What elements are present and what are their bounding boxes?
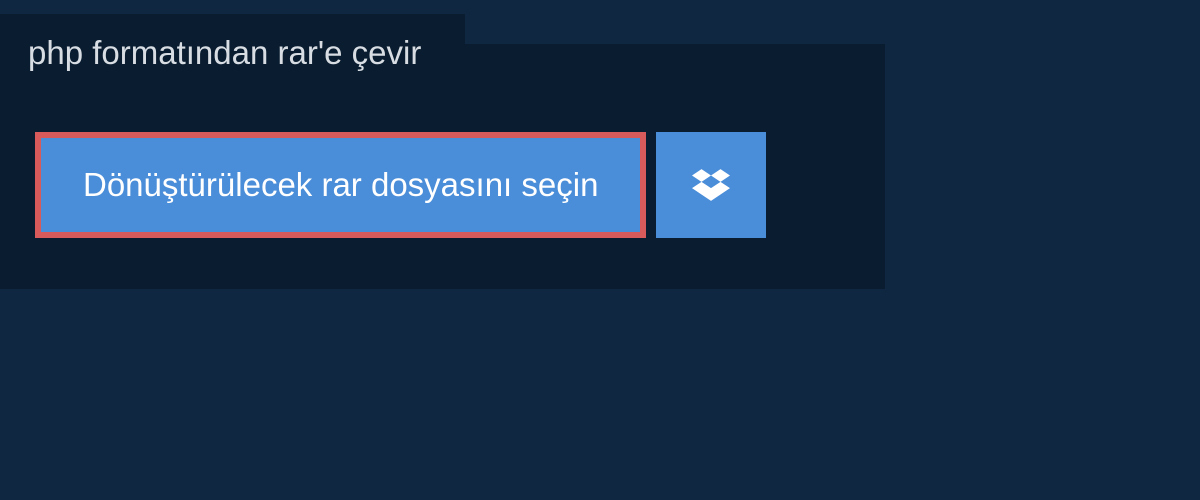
dropbox-button[interactable] <box>656 132 766 238</box>
page-title: php formatından rar'e çevir <box>28 34 421 71</box>
page-title-tab: php formatından rar'e çevir <box>0 14 465 92</box>
dropbox-icon <box>692 166 730 204</box>
select-file-button[interactable]: Dönüştürülecek rar dosyasını seçin <box>35 132 646 238</box>
select-file-label: Dönüştürülecek rar dosyasını seçin <box>83 166 598 203</box>
file-select-row: Dönüştürülecek rar dosyasını seçin <box>35 132 766 238</box>
